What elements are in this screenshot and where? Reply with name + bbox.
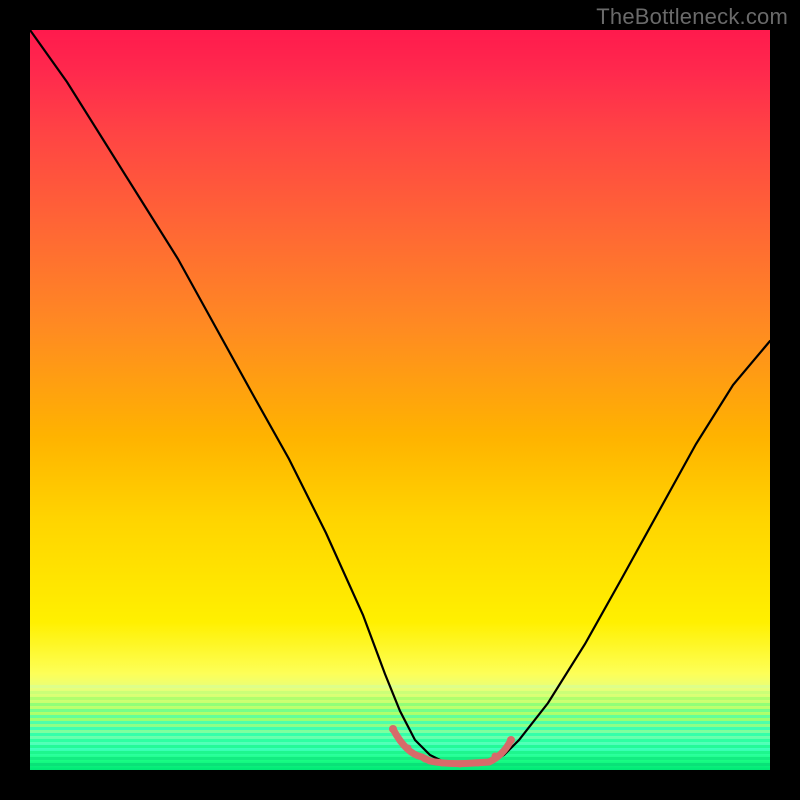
curve-svg [30, 30, 770, 770]
valley-dot-1 [389, 725, 397, 733]
valley-dot-8 [507, 736, 515, 744]
watermark-text: TheBottleneck.com [596, 4, 788, 30]
valley-dot-5 [457, 761, 464, 768]
bottleneck-curve-path [30, 30, 770, 763]
valley-dot-7 [492, 753, 499, 760]
valley-dot-6 [475, 760, 482, 767]
valley-dot-4 [439, 760, 446, 767]
valley-dot-3 [422, 756, 429, 763]
plot-area [30, 30, 770, 770]
valley-dot-2 [405, 745, 412, 752]
chart-frame: TheBottleneck.com [0, 0, 800, 800]
